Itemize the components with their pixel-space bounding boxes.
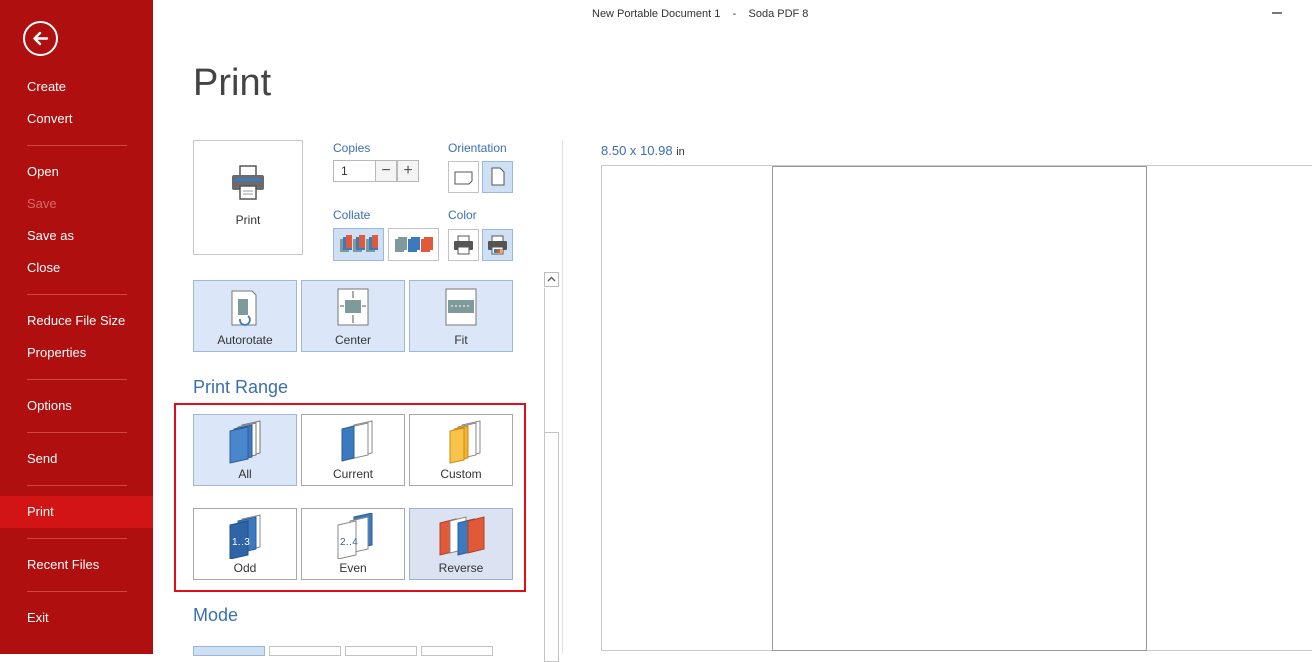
page-size-unit: in	[676, 146, 685, 158]
collate-label: Collate	[333, 208, 371, 222]
vertical-scrollbar[interactable]	[544, 272, 560, 662]
color-printer-icon	[488, 235, 507, 255]
mode-option-button[interactable]	[193, 646, 265, 656]
print-button-label: Print	[235, 213, 261, 227]
grayscale-printer-icon	[454, 235, 473, 255]
sidebar-item-properties[interactable]: Properties	[0, 337, 153, 369]
copies-decrement-button[interactable]: −	[375, 160, 397, 182]
collated-pages-icon	[340, 235, 378, 252]
center-icon	[337, 288, 369, 326]
page-title: Print	[193, 62, 272, 104]
sidebar-item-create[interactable]: Create	[0, 71, 153, 103]
autorotate-label: Autorotate	[217, 333, 273, 347]
mode-option-button[interactable]	[269, 646, 341, 656]
page-size-value: 8.50 x 10.98	[601, 143, 673, 158]
sidebar-item-exit[interactable]: Exit	[0, 602, 153, 634]
collated-button[interactable]	[333, 228, 384, 261]
portrait-page-icon	[491, 167, 505, 186]
scroll-thumb[interactable]	[544, 432, 559, 662]
sidebar-item-save: Save	[27, 196, 57, 211]
divider	[27, 538, 127, 539]
sidebar-item-recent-files[interactable]: Recent Files	[0, 549, 153, 581]
back-button[interactable]	[23, 21, 58, 56]
chevron-up-icon	[547, 276, 556, 282]
fit-button[interactable]: Fit	[409, 280, 513, 352]
panel-divider	[562, 140, 563, 654]
landscape-page-icon	[454, 171, 473, 185]
print-button[interactable]: Print	[193, 140, 303, 255]
sidebar-item-print[interactable]: Print	[0, 496, 153, 528]
mode-option-button[interactable]	[421, 646, 493, 656]
sidebar-item-close[interactable]: Close	[0, 252, 153, 284]
copies-label: Copies	[333, 141, 371, 155]
divider	[27, 145, 127, 146]
autorotate-icon	[231, 290, 257, 326]
minimize-button[interactable]	[1272, 12, 1282, 14]
sidebar-item-options[interactable]: Options	[0, 390, 153, 422]
window-title: New Portable Document 1 - Soda PDF 8	[592, 8, 809, 20]
sidebar-item-convert[interactable]: Convert	[0, 103, 153, 135]
landscape-button[interactable]	[448, 161, 479, 193]
divider	[27, 294, 127, 295]
autorotate-button[interactable]: Autorotate	[193, 280, 297, 352]
color-button[interactable]	[482, 229, 513, 261]
uncollated-button[interactable]	[388, 228, 439, 261]
plus-icon: +	[403, 162, 413, 179]
fit-label: Fit	[454, 333, 468, 347]
divider	[27, 432, 127, 433]
print-range-title: Print Range	[193, 377, 289, 397]
fit-icon	[445, 288, 477, 326]
copies-input[interactable]: 1	[333, 160, 376, 182]
divider	[27, 485, 127, 486]
sidebar-item-reduce-file-size[interactable]: Reduce File Size	[0, 305, 153, 337]
uncollated-pages-icon	[395, 237, 433, 252]
sidebar-item-save-as[interactable]: Save as	[0, 220, 153, 252]
minus-icon: −	[381, 162, 391, 179]
portrait-button[interactable]	[482, 161, 513, 193]
color-label: Color	[448, 208, 477, 222]
mode-title: Mode	[193, 605, 239, 625]
grayscale-button[interactable]	[448, 229, 479, 261]
center-button[interactable]: Center	[301, 280, 405, 352]
sidebar-item-send[interactable]: Send	[0, 443, 153, 475]
orientation-label: Orientation	[448, 141, 507, 155]
copies-increment-button[interactable]: +	[397, 160, 419, 182]
mode-option-button[interactable]	[345, 646, 417, 656]
preview-page	[772, 166, 1147, 651]
sidebar: Create Convert Open Save Save as Close R…	[0, 0, 153, 654]
scroll-up-button[interactable]	[544, 272, 559, 287]
page-size-readout: 8.50 x 10.98 in	[601, 143, 685, 158]
divider	[27, 591, 127, 592]
center-label: Center	[334, 333, 372, 347]
sidebar-item-open[interactable]: Open	[0, 156, 153, 188]
highlight-box	[174, 403, 526, 592]
arrow-left-icon	[33, 31, 49, 46]
divider	[27, 379, 127, 380]
printer-icon	[232, 165, 264, 200]
